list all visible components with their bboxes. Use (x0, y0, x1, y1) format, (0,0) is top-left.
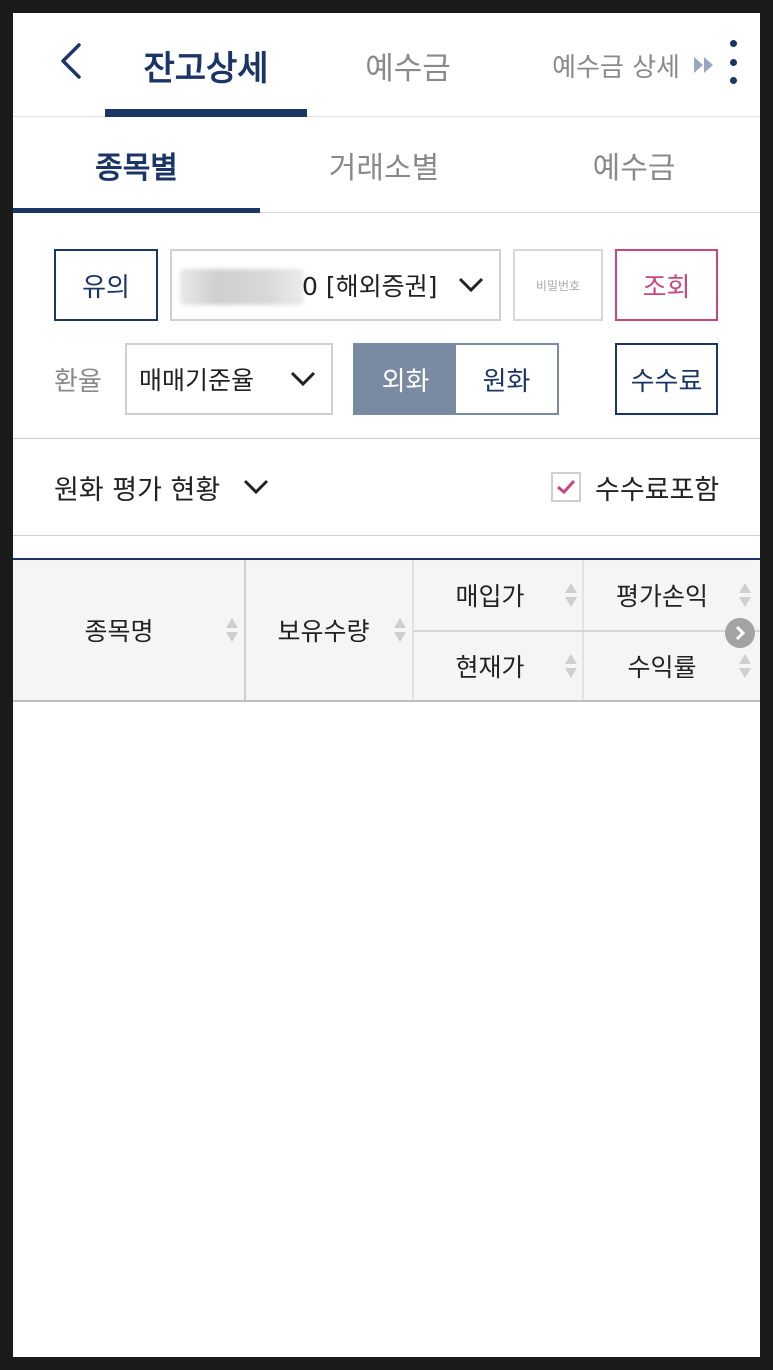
valuation-dropdown-label: 원화 평가 현황 (54, 474, 221, 506)
column-header-pnl-label: 평가손익 (615, 582, 708, 611)
sort-icon (739, 654, 751, 678)
exchange-rate-select[interactable]: 매매기준율 (125, 343, 333, 415)
sort-icon (565, 654, 577, 678)
column-header-buy-price[interactable]: 매입가 (414, 560, 582, 630)
account-select[interactable]: 0 [해외증권] (170, 249, 501, 321)
sort-icon (565, 583, 577, 607)
chevron-down-icon (290, 371, 316, 387)
sort-icon (394, 618, 406, 642)
subtab-deposit[interactable]: 예수금 (508, 117, 760, 213)
table-header: 종목명 보유수량 매입가 현재가 평가손익 수익률 (13, 558, 760, 702)
column-header-current-price-label: 현재가 (455, 653, 525, 682)
double-arrow-right-icon (694, 57, 713, 73)
table-body (13, 702, 760, 1357)
toggle-foreign-currency[interactable]: 외화 (355, 345, 456, 413)
chevron-right-icon (735, 625, 746, 641)
column-header-name-label: 종목명 (84, 617, 154, 646)
masked-account-number (180, 269, 304, 305)
query-button[interactable]: 조회 (615, 249, 718, 321)
scroll-columns-right-button[interactable] (725, 618, 755, 648)
divider (13, 535, 760, 536)
more-tabs-button[interactable] (691, 51, 717, 79)
column-header-quantity-label: 보유수량 (277, 617, 370, 646)
fee-include-checkbox[interactable]: 수수료포함 (551, 439, 719, 535)
screen: 잔고상세 예수금 예수금 상세 종목별 거래소별 예수금 유의 0 [해외증권]… (13, 13, 760, 1357)
tab-deposit-detail[interactable]: 예수금 상세 (551, 37, 681, 93)
kebab-dot-icon (729, 77, 737, 84)
notice-button[interactable]: 유의 (54, 249, 158, 321)
fee-button[interactable]: 수수료 (615, 343, 718, 415)
kebab-dot-icon (729, 58, 737, 66)
sort-icon (739, 583, 751, 607)
subtab-by-exchange[interactable]: 거래소별 (260, 117, 508, 213)
active-subtab-indicator (13, 208, 260, 213)
menu-button[interactable] (721, 37, 745, 87)
summary-row: 원화 평가 현황 수수료포함 (13, 439, 760, 535)
exchange-rate-value: 매매기준율 (139, 366, 255, 395)
checkbox-box (551, 472, 581, 502)
checkmark-icon (557, 479, 576, 495)
tab-deposit[interactable]: 예수금 (343, 37, 473, 93)
valuation-dropdown[interactable]: 원화 평가 현황 (54, 439, 270, 535)
app-header: 잔고상세 예수금 예수금 상세 (13, 13, 760, 117)
column-header-current-price[interactable]: 현재가 (414, 632, 582, 700)
sub-tabs: 종목별 거래소별 예수금 (13, 117, 760, 213)
password-input[interactable]: 비밀번호 (513, 249, 603, 321)
toggle-krw[interactable]: 원화 (456, 345, 557, 413)
column-header-return-rate-label: 수익률 (627, 653, 697, 682)
currency-toggle: 외화 원화 (353, 343, 559, 415)
header-row-divider (413, 630, 760, 632)
back-button[interactable] (49, 37, 93, 85)
active-tab-indicator (105, 109, 307, 117)
account-label: 0 [해외증권] (302, 272, 438, 301)
chevron-down-icon (244, 479, 269, 495)
fee-include-label: 수수료포함 (595, 474, 720, 506)
exchange-rate-label: 환율 (54, 366, 102, 397)
sort-icon (226, 618, 238, 642)
kebab-dot-icon (729, 40, 737, 47)
column-header-name[interactable]: 종목명 (13, 560, 245, 700)
subtab-by-stock[interactable]: 종목별 (13, 117, 260, 213)
tab-balance-detail[interactable]: 잔고상세 (105, 37, 307, 93)
column-header-quantity[interactable]: 보유수량 (246, 560, 413, 700)
chevron-down-icon (458, 277, 484, 293)
chevron-left-icon (61, 43, 81, 79)
column-header-buy-price-label: 매입가 (455, 582, 525, 611)
